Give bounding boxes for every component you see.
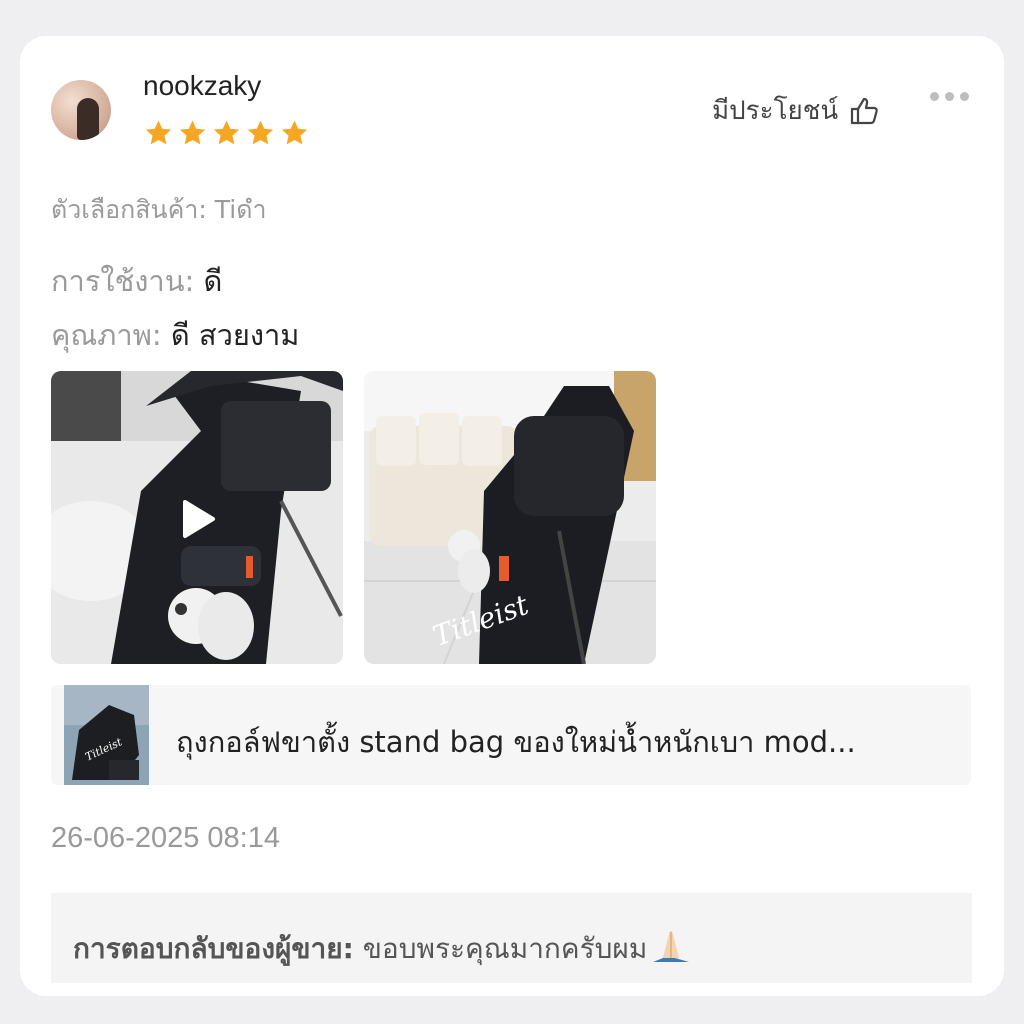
star-icon	[281, 120, 308, 145]
helpful-button[interactable]: มีประโยชน์	[712, 90, 880, 131]
thumbs-up-icon	[851, 97, 878, 124]
attribute-value: ดี สวยงาม	[170, 318, 300, 352]
attribute-value: ดี	[203, 264, 223, 298]
review-video-thumbnail[interactable]	[51, 371, 343, 664]
avatar[interactable]	[51, 80, 111, 140]
attribute-usage: การใช้งาน: ดี	[51, 258, 222, 304]
seller-reply-text: การตอบกลับของผู้ขาย: ขอบพระคุณมากครับผม	[73, 927, 693, 971]
review-date: 26-06-2025 08:14	[51, 822, 280, 854]
product-title[interactable]: ถุงกอล์ฟขาตั้ง stand bag ของใหม่น้ำหนักเ…	[176, 719, 856, 765]
helpful-label: มีประโยชน์	[712, 96, 839, 126]
product-thumbnail: Titleist	[64, 685, 149, 785]
product-variant: ตัวเลือกสินค้า: Tiดำ	[51, 195, 267, 224]
review-photo[interactable]: Titleist	[364, 371, 656, 664]
attribute-label: คุณภาพ:	[51, 318, 162, 352]
star-icon	[213, 120, 240, 145]
attribute-label: การใช้งาน:	[51, 264, 195, 298]
praying-hands-emoji	[653, 931, 690, 962]
seller-reply-label: การตอบกลับของผู้ขาย:	[73, 932, 354, 965]
attribute-quality: คุณภาพ: ดี สวยงาม	[51, 312, 299, 358]
star-icon	[145, 120, 172, 145]
username[interactable]: nookzaky	[143, 70, 261, 102]
star-icon	[247, 120, 274, 145]
product-link[interactable]: Titleist ถุงกอล์ฟขาตั้ง stand bag ของใหม…	[51, 685, 971, 785]
rating-stars	[143, 118, 310, 149]
play-icon[interactable]	[181, 499, 217, 539]
seller-reply-message: ขอบพระคุณมากครับผม	[362, 932, 648, 965]
more-icon[interactable]	[930, 92, 969, 101]
star-icon	[179, 120, 206, 145]
seller-reply: การตอบกลับของผู้ขาย: ขอบพระคุณมากครับผม	[51, 893, 972, 983]
